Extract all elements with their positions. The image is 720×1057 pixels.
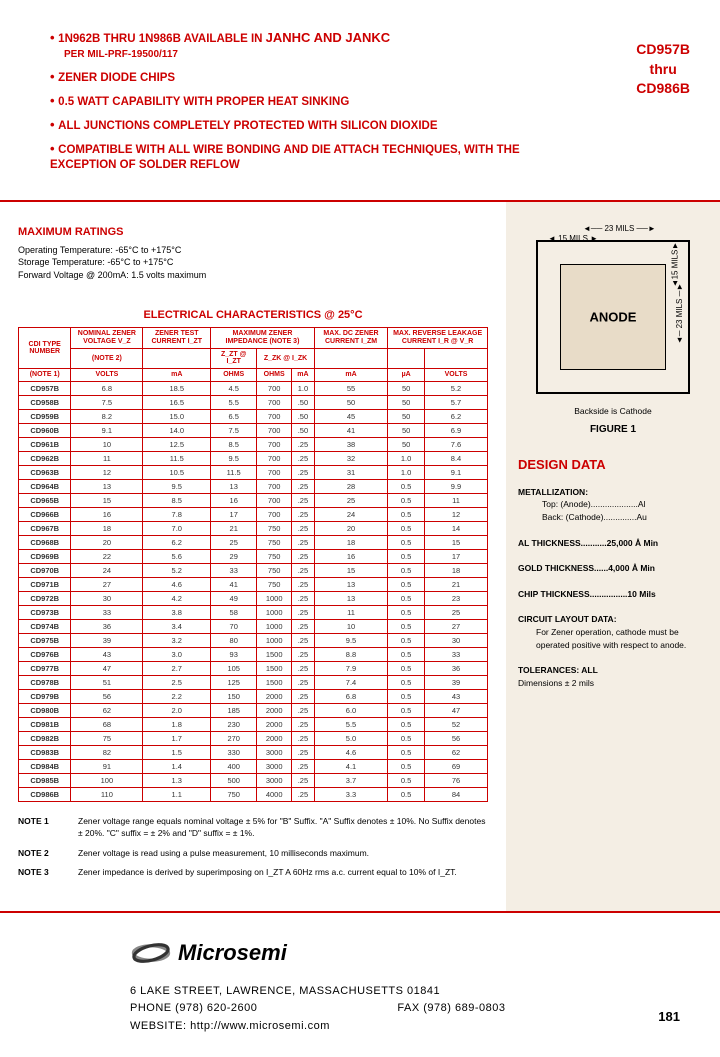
table-row: CD962B1111.59.5700.25321.08.4: [19, 451, 488, 465]
table-row: CD961B1012.58.5700.2538507.6: [19, 437, 488, 451]
anode-label: ANODE: [590, 309, 637, 324]
table-row: CD974B363.4701000.25100.527: [19, 619, 488, 633]
ratings-text: Operating Temperature: -65°C to +175°C S…: [18, 244, 488, 282]
table-row: CD964B139.513700.25280.59.9: [19, 479, 488, 493]
brand-text: Microsemi: [178, 935, 287, 970]
characteristics-table: CDI TYPE NUMBER NOMINAL ZENER VOLTAGE V_…: [18, 327, 488, 801]
page-number: 181: [658, 1007, 680, 1028]
max-ratings-header: MAXIMUM RATINGS: [18, 226, 488, 238]
table-row: CD967B187.021750.25200.514: [19, 521, 488, 535]
mid-section: MAXIMUM RATINGS Operating Temperature: -…: [0, 202, 720, 914]
features-list: 1N962B THRU 1N986B AVAILABLE IN JANHC AN…: [0, 0, 606, 200]
right-sidebar: ◄── 23 MILS ──► ◄ 15 MILS ► ◄─ 23 MILS ─…: [506, 202, 720, 912]
feature-4: ALL JUNCTIONS COMPLETELY PROTECTED WITH …: [50, 117, 586, 134]
table-row: CD969B225.629750.25160.517: [19, 549, 488, 563]
table-row: CD983B821.53303000.254.60.562: [19, 745, 488, 759]
table-row: CD986B1101.17504000.253.30.584: [19, 787, 488, 801]
table-row: CD975B393.2801000.259.50.530: [19, 633, 488, 647]
phone: PHONE (978) 620-2600: [130, 1002, 257, 1014]
feature-2: ZENER DIODE CHIPS: [50, 69, 586, 86]
feature-1: 1N962B THRU 1N986B AVAILABLE IN JANHC AN…: [50, 30, 586, 62]
backside-note: Backside is Cathode: [518, 406, 708, 416]
table-row: CD958B7.516.55.5700.5050505.7: [19, 395, 488, 409]
table-row: CD978B512.51251500.257.40.539: [19, 675, 488, 689]
table-row: CD971B274.641750.25130.521: [19, 577, 488, 591]
table-row: CD963B1210.511.5700.25311.09.1: [19, 465, 488, 479]
table-row: CD968B206.225750.25180.515: [19, 535, 488, 549]
title-thru: thru: [636, 60, 690, 80]
table-row: CD957B6.818.54.57001.055505.2: [19, 381, 488, 395]
feature-3: 0.5 WATT CAPABILITY WITH PROPER HEAT SIN…: [50, 93, 586, 110]
table-row: CD985B1001.35003000.253.70.576: [19, 773, 488, 787]
logo: Microsemi: [130, 935, 680, 970]
table-row: CD976B433.0931500.258.80.533: [19, 647, 488, 661]
table-row: CD965B158.516700.25250.511: [19, 493, 488, 507]
feature-5: COMPATIBLE WITH ALL WIRE BONDING AND DIE…: [50, 141, 586, 173]
address: 6 LAKE STREET, LAWRENCE, MASSACHUSETTS 0…: [130, 983, 680, 1001]
table-row: CD970B245.233750.25150.518: [19, 563, 488, 577]
table-row: CD973B333.8581000.25110.525: [19, 605, 488, 619]
left-column: MAXIMUM RATINGS Operating Temperature: -…: [0, 202, 506, 912]
title-from: CD957B: [636, 40, 690, 60]
table-row: CD960B9.114.07.5700.5041506.9: [19, 423, 488, 437]
product-title: CD957B thru CD986B: [606, 0, 720, 200]
chip-diagram: ◄── 23 MILS ──► ◄ 15 MILS ► ◄─ 23 MILS ─…: [536, 240, 690, 394]
table-row: CD981B681.82302000.255.50.552: [19, 717, 488, 731]
table-row: CD979B562.21502000.256.80.543: [19, 689, 488, 703]
design-data: METALLIZATION: Top: (Anode).............…: [518, 486, 708, 690]
table-row: CD980B622.01852000.256.00.547: [19, 703, 488, 717]
table-row: CD977B472.71051500.257.90.536: [19, 661, 488, 675]
table-row: CD984B911.44003000.254.10.569: [19, 759, 488, 773]
notes-section: NOTE 1Zener voltage range equals nominal…: [18, 816, 488, 880]
table-row: CD982B751.72702000.255.00.556: [19, 731, 488, 745]
electrical-header: ELECTRICAL CHARACTERISTICS @ 25°C: [18, 309, 488, 321]
website: WEBSITE: http://www.microsemi.com: [130, 1018, 680, 1036]
table-row: CD966B167.817700.25240.512: [19, 507, 488, 521]
figure-label: FIGURE 1: [518, 424, 708, 435]
fax: FAX (978) 689-0803: [397, 1002, 505, 1014]
table-row: CD959B8.215.06.5700.5045506.2: [19, 409, 488, 423]
title-to: CD986B: [636, 79, 690, 99]
footer: Microsemi 6 LAKE STREET, LAWRENCE, MASSA…: [0, 913, 720, 1057]
top-section: 1N962B THRU 1N986B AVAILABLE IN JANHC AN…: [0, 0, 720, 202]
design-header: DESIGN DATA: [518, 457, 708, 472]
microsemi-icon: [130, 937, 172, 969]
table-row: CD972B304.2491000.25130.523: [19, 591, 488, 605]
